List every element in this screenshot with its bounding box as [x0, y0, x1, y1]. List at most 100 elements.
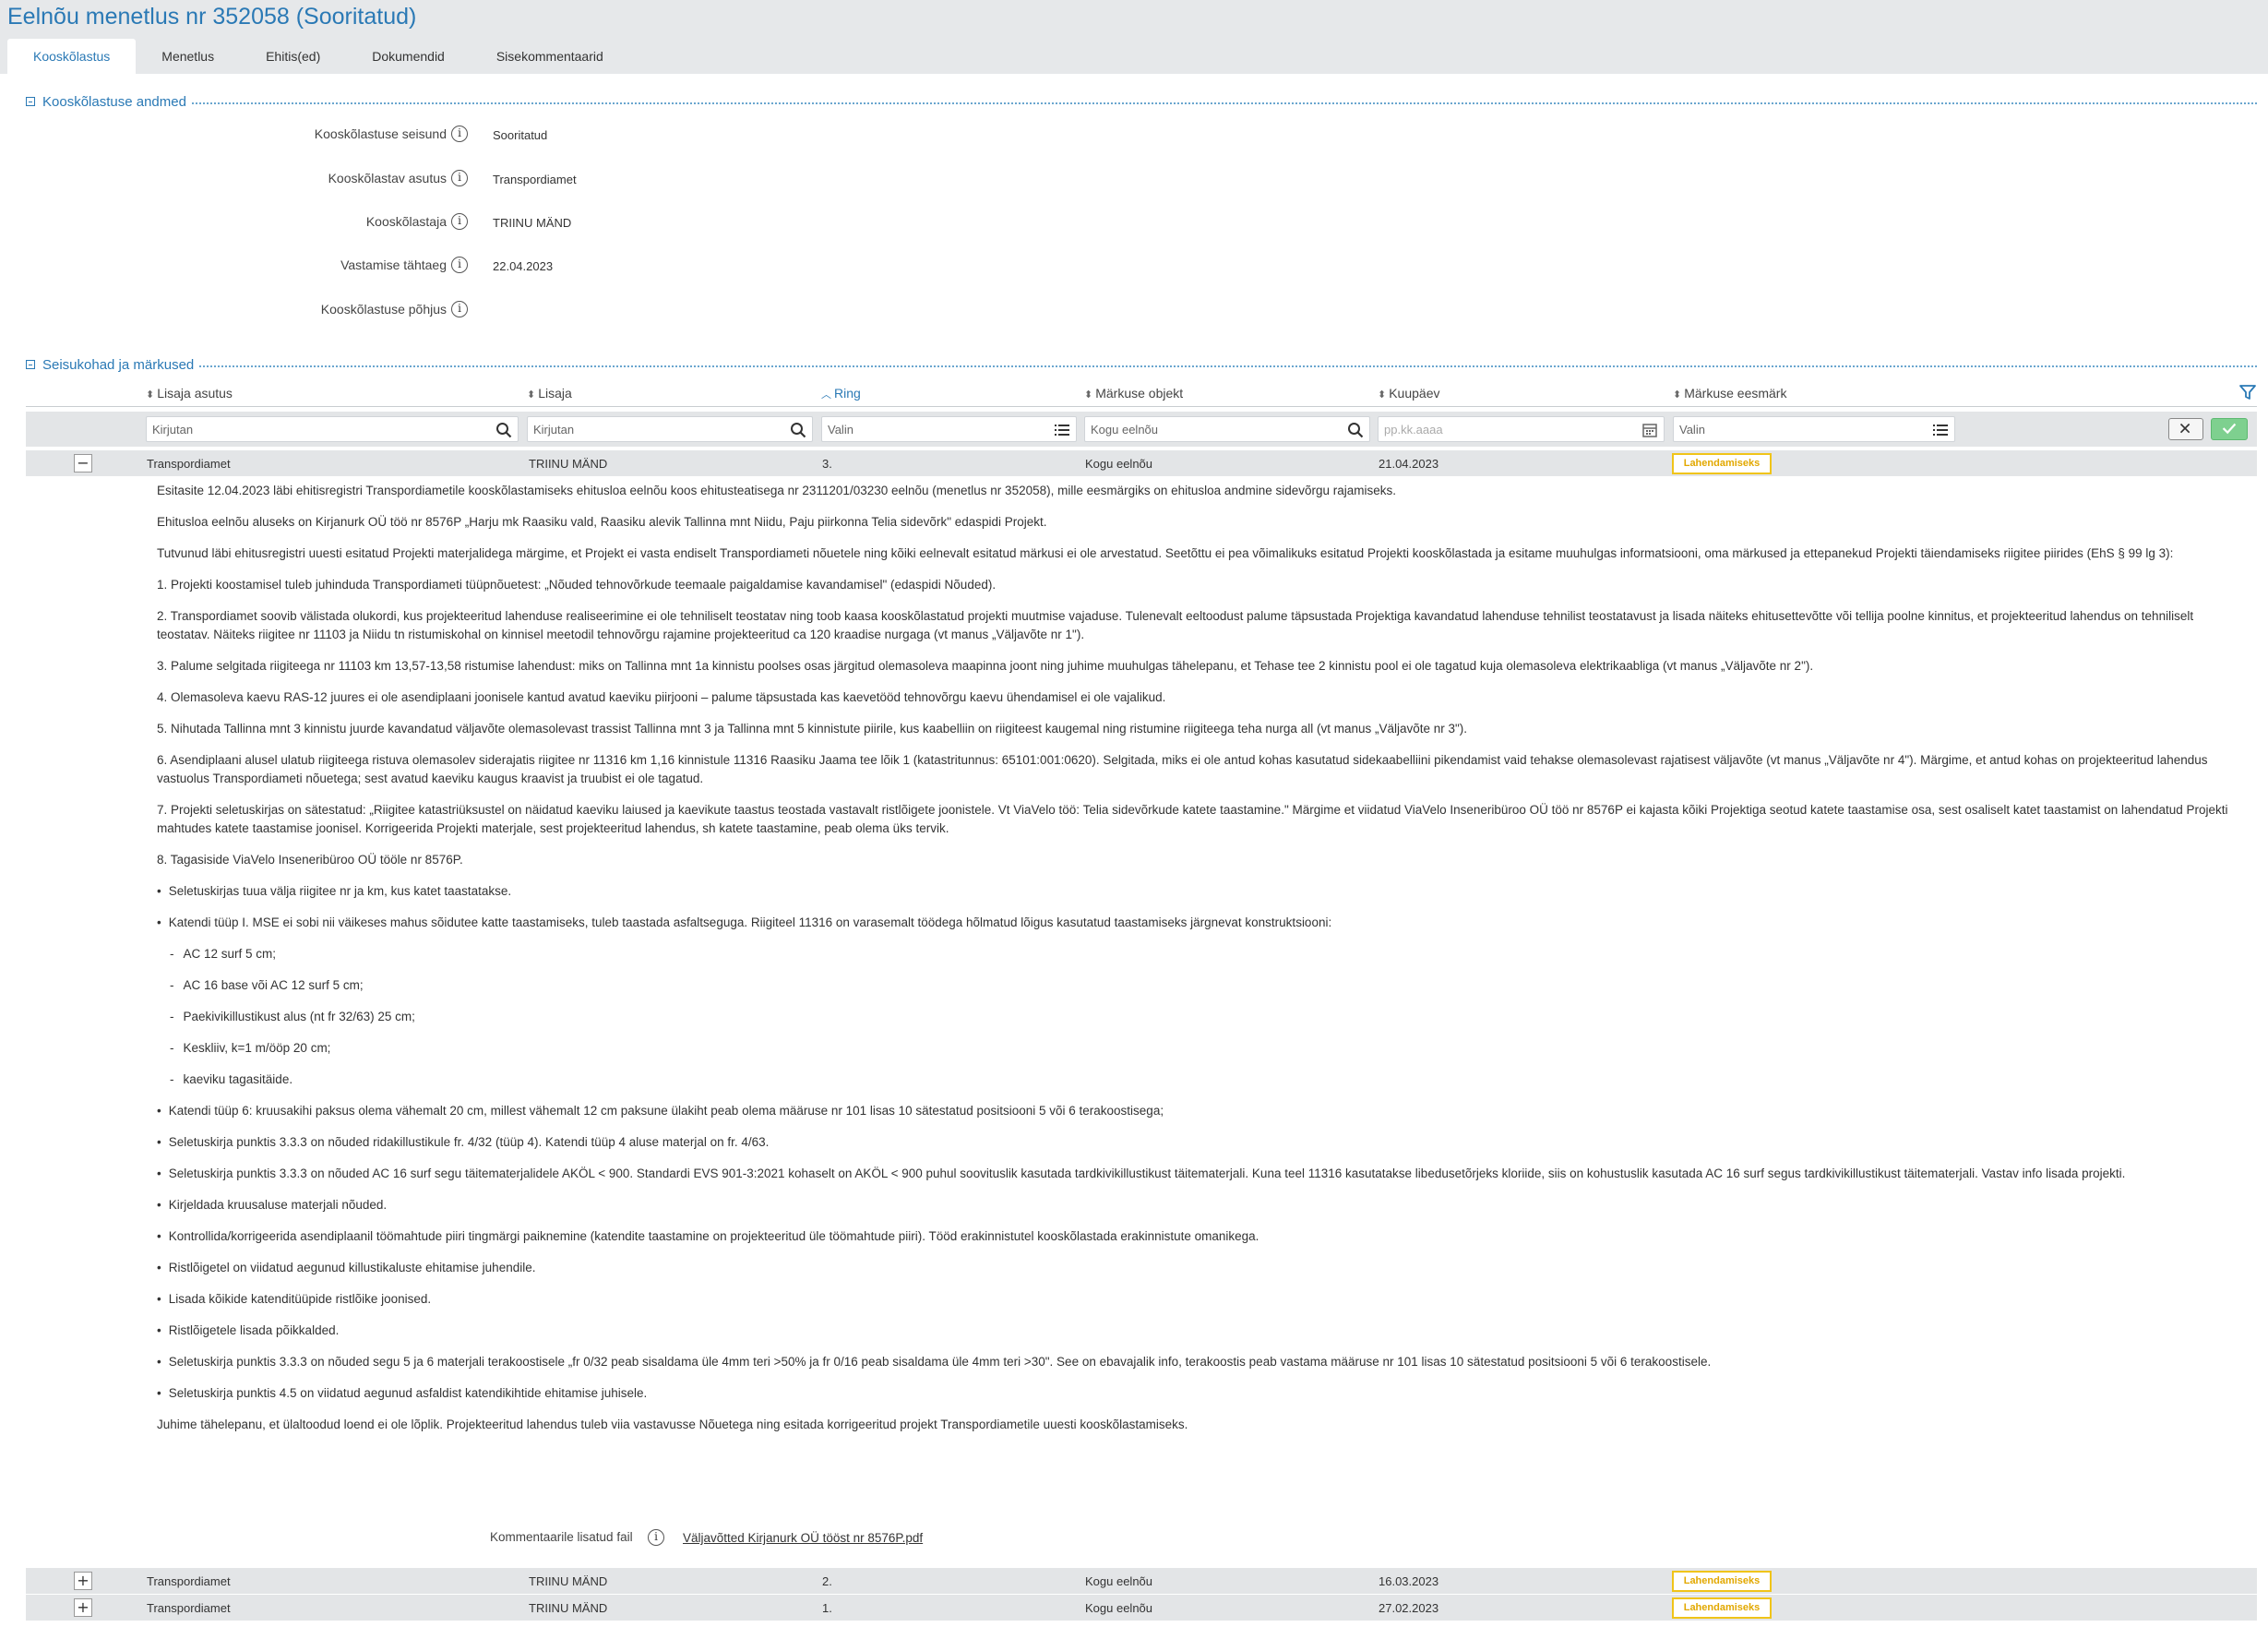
- comment-paragraph: 5. Nihutada Tallinna mnt 3 kinnistu juur…: [157, 722, 1468, 736]
- comment-paragraph: Esitasite 12.04.2023 läbi ehitisregistri…: [157, 484, 1397, 497]
- cell-round: 1.: [822, 1601, 832, 1615]
- comment-dash-item: Paekivikillustikust alus (nt fr 32/63) 2…: [157, 1008, 2238, 1026]
- column-header-date[interactable]: ⬍ Kuupäev: [1378, 386, 1440, 401]
- collapse-icon[interactable]: [26, 97, 35, 106]
- field-label: Kooskõlastaja: [365, 214, 447, 229]
- cell-round: 3.: [822, 457, 832, 471]
- cell-object: Kogu eelnõu: [1085, 1601, 1153, 1615]
- comment-paragraph: 2. Transpordiamet soovib välistada oluko…: [157, 609, 2194, 641]
- section-header-details[interactable]: Kooskõlastuse andmed: [26, 91, 2257, 112]
- comment-dash-item: Keskliiv, k=1 m/ööp 20 cm;: [157, 1039, 2238, 1058]
- cell-agency: Transpordiamet: [147, 1574, 231, 1588]
- cell-agency: Transpordiamet: [147, 457, 231, 471]
- column-header-agency[interactable]: ⬍ Lisaja asutus: [146, 386, 233, 401]
- section-title: Seisukohad ja märkused: [42, 356, 195, 373]
- comment-bullet: Ristlõigetele lisada põikkalded.: [157, 1322, 2238, 1340]
- tab-bar: Kooskõlastus Menetlus Ehitis(ed) Dokumen…: [7, 39, 629, 74]
- table-row[interactable]: − Transpordiamet TRIINU MÄND 3. Kogu eel…: [26, 450, 2257, 476]
- collapse-icon[interactable]: [26, 360, 35, 369]
- tab-dokumendid[interactable]: Dokumendid: [346, 39, 471, 74]
- purpose-badge: Lahendamiseks: [1672, 1597, 1772, 1619]
- filter-icon[interactable]: [2238, 383, 2257, 401]
- column-header-object[interactable]: ⬍ Märkuse objekt: [1084, 386, 1183, 401]
- info-icon[interactable]: i: [648, 1529, 664, 1546]
- comment-paragraph: 4. Olemasoleva kaevu RAS-12 juures ei ol…: [157, 690, 1166, 704]
- comment-paragraph: 6. Asendiplaani alusel ulatub riigiteega…: [157, 753, 2208, 785]
- cell-object: Kogu eelnõu: [1085, 1574, 1153, 1588]
- filter-agency-input[interactable]: Kirjutan: [146, 416, 519, 442]
- apply-filters-button[interactable]: [2211, 418, 2248, 440]
- info-icon[interactable]: i: [451, 301, 468, 317]
- info-icon[interactable]: i: [451, 213, 468, 230]
- filter-round-select[interactable]: Valin: [821, 416, 1077, 442]
- filter-author-input[interactable]: Kirjutan: [527, 416, 813, 442]
- list-icon[interactable]: [1932, 422, 1949, 438]
- comment-paragraph: 3. Palume selgitada riigiteega nr 11103 …: [157, 659, 1814, 673]
- field-label: Vastamise tähtaeg: [340, 257, 447, 272]
- cell-author: TRIINU MÄND: [529, 457, 608, 471]
- section-divider: [191, 102, 2257, 104]
- sort-icon: ⬍: [1378, 389, 1387, 401]
- field-value: 22.04.2023: [493, 259, 554, 273]
- comment-bullet: Ristlõigetel on viidatud aegunud killust…: [157, 1259, 2238, 1277]
- tab-ehitised[interactable]: Ehitis(ed): [240, 39, 346, 74]
- calendar-icon[interactable]: [1641, 422, 1658, 438]
- expand-row-button[interactable]: +: [74, 1572, 92, 1590]
- sort-asc-icon: ︿: [821, 389, 831, 401]
- clear-filters-button[interactable]: [2168, 418, 2203, 440]
- field-label: Kooskõlastuse põhjus: [320, 302, 447, 317]
- check-icon: [2222, 423, 2237, 435]
- grid-header: ⬍ Lisaja asutus ⬍ Lisaja ︿ Ring ⬍ Märkuse ob…: [26, 379, 2257, 407]
- comment-closing: Juhime tähelepanu, et ülaltoodud loend e…: [157, 1418, 1188, 1431]
- search-icon[interactable]: [495, 422, 512, 438]
- field-label: Kooskõlastav asutus: [328, 171, 447, 185]
- section-header-comments[interactable]: Seisukohad ja märkused: [26, 354, 2257, 375]
- table-row[interactable]: + Transpordiamet TRIINU MÄND 1. Kogu eel…: [26, 1595, 2257, 1621]
- cell-author: TRIINU MÄND: [529, 1574, 608, 1588]
- attachment-link[interactable]: Väljavõtted Kirjanurk OÜ tööst nr 8576P.…: [683, 1531, 923, 1545]
- comment-paragraph: 7. Projekti seletuskirjas on sätestatud:…: [157, 803, 2228, 835]
- search-icon[interactable]: [790, 422, 806, 438]
- info-icon[interactable]: i: [451, 257, 468, 273]
- field-value: Sooritatud: [493, 128, 548, 142]
- comment-bullet: Seletuskirjas tuua välja riigitee nr ja …: [157, 882, 2238, 901]
- column-header-author[interactable]: ⬍ Lisaja: [527, 386, 572, 401]
- comment-bullet: Seletuskirja punktis 3.3.3 on nõuded seg…: [157, 1353, 2238, 1371]
- filter-row: Kirjutan Kirjutan Valin Kogu eelnõu pp.k…: [26, 412, 2257, 447]
- filter-date-input[interactable]: pp.kk.aaaa: [1378, 416, 1665, 442]
- list-icon[interactable]: [1054, 422, 1070, 438]
- comment-paragraph: Ehitusloa eelnõu aluseks on Kirjanurk OÜ…: [157, 515, 1047, 529]
- tab-sisekommentaarid[interactable]: Sisekommentaarid: [471, 39, 629, 74]
- tab-kooskolastus[interactable]: Kooskõlastus: [7, 39, 137, 74]
- column-header-purpose[interactable]: ⬍ Märkuse eesmärk: [1673, 386, 1786, 401]
- table-row[interactable]: + Transpordiamet TRIINU MÄND 2. Kogu eel…: [26, 1568, 2257, 1594]
- comment-dash-item: kaeviku tagasitäide.: [157, 1071, 2238, 1089]
- tab-menetlus[interactable]: Menetlus: [136, 39, 240, 74]
- comment-bullet: Katendi tüüp 6: kruusakihi paksus olema …: [157, 1102, 2238, 1120]
- sort-icon: ⬍: [146, 389, 155, 401]
- comment-paragraph: Tutvunud läbi ehitusregistri uuesti esit…: [157, 546, 2174, 560]
- comment-bullet: Seletuskirja punktis 3.3.3 on nõuded rid…: [157, 1133, 2238, 1152]
- sort-icon: ⬍: [1084, 389, 1093, 401]
- field-kooskolastaja: Kooskõlastaja i TRIINU MÄND: [0, 210, 830, 234]
- cell-date: 27.02.2023: [1379, 1601, 1439, 1615]
- search-icon[interactable]: [1347, 422, 1364, 438]
- attachment-row: Kommentaarile lisatud fail i Väljavõtted…: [0, 1526, 1107, 1550]
- info-icon[interactable]: i: [451, 126, 468, 142]
- purpose-badge: Lahendamiseks: [1672, 453, 1772, 474]
- sort-icon: ⬍: [1673, 389, 1682, 401]
- expand-row-button[interactable]: +: [74, 1598, 92, 1617]
- info-icon[interactable]: i: [451, 170, 468, 186]
- close-icon: [2179, 423, 2190, 434]
- filter-purpose-select[interactable]: Valin: [1673, 416, 1955, 442]
- filter-object-input[interactable]: Kogu eelnõu: [1084, 416, 1370, 442]
- cell-round: 2.: [822, 1574, 832, 1588]
- comment-dash-item: AC 12 surf 5 cm;: [157, 945, 2238, 963]
- field-value: Transpordiamet: [493, 173, 577, 186]
- comment-bullet: Lisada kõikide katenditüüpide ristlõike …: [157, 1290, 2238, 1309]
- column-header-round[interactable]: ︿ Ring: [821, 386, 861, 401]
- cell-date: 21.04.2023: [1379, 457, 1439, 471]
- collapse-row-button[interactable]: −: [74, 454, 92, 473]
- comment-bullet: Katendi tüüp I. MSE ei sobi nii väikeses…: [157, 914, 2238, 932]
- cell-agency: Transpordiamet: [147, 1601, 231, 1615]
